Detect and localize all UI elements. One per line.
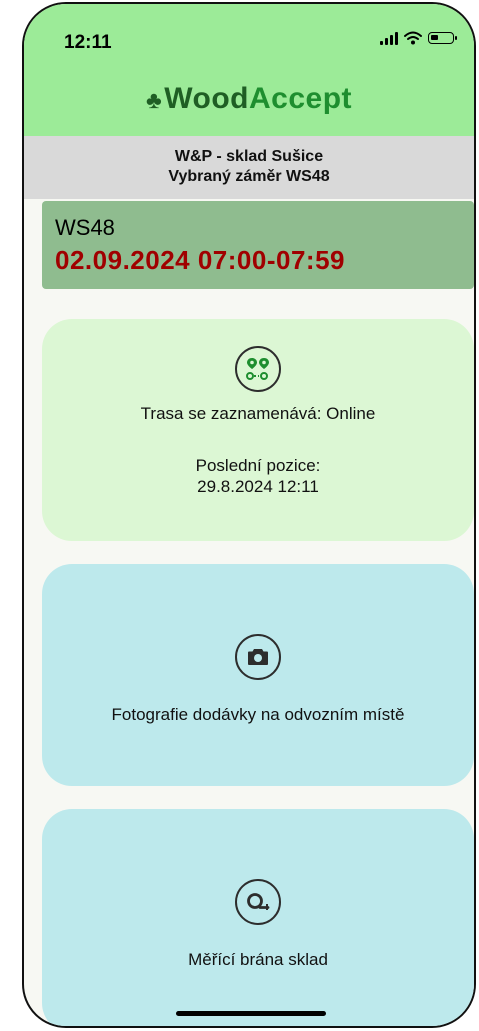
logo-accent: Accept (248, 82, 353, 115)
measuring-gate-card[interactable]: Měřící brána sklad (42, 809, 474, 1026)
logo-trees-icon: ♣ (145, 87, 163, 114)
app-header (24, 4, 474, 136)
phone-frame: 12:11 ♣WoodAccept W&P - sklad Sušice Vyb… (22, 2, 476, 1028)
plan-datetime: 02.09.2024 07:00-07:59 (55, 245, 346, 275)
selected-plan-label: Vybraný záměr WS48 (168, 168, 330, 185)
last-position-label: Poslední pozice: (195, 456, 321, 475)
route-icon (235, 346, 281, 392)
site-info-bar: W&P - sklad Sušice Vybraný záměr WS48 (24, 136, 474, 199)
logo-prefix: Wood (164, 82, 249, 115)
status-icons (380, 31, 457, 45)
status-time: 12:11 (64, 32, 112, 53)
plan-code: WS48 (55, 215, 115, 240)
last-position-time: 29.8.2024 12:11 (197, 477, 319, 496)
route-recording-card[interactable]: Trasa se zaznamenává: Online Poslední po… (42, 319, 474, 541)
measuring-gate-label: Měřící brána sklad (188, 950, 328, 969)
camera-icon (235, 634, 281, 680)
battery-icon (428, 32, 457, 44)
plan-box[interactable]: WS48 02.09.2024 07:00-07:59 (42, 201, 474, 289)
delivery-photo-label: Fotografie dodávky na odvozním místě (111, 705, 405, 724)
app-logo: ♣WoodAccept (24, 82, 474, 116)
wifi-icon (404, 31, 422, 45)
delivery-photo-card[interactable]: Fotografie dodávky na odvozním místě (42, 564, 474, 786)
site-name: W&P - sklad Sušice (174, 148, 324, 165)
route-status-label: Trasa se zaznamenává: Online (140, 404, 376, 423)
measure-tape-icon (235, 879, 281, 925)
signal-icon (380, 31, 398, 45)
home-indicator (176, 1011, 326, 1016)
